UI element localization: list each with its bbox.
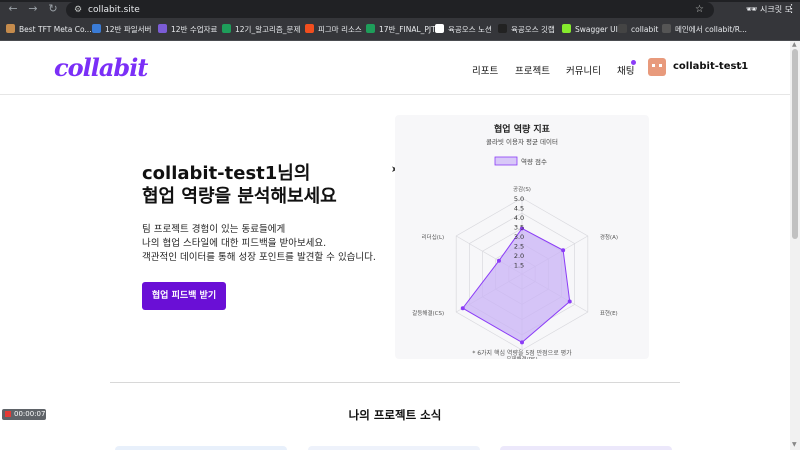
bookmark-label: Swagger UI xyxy=(575,25,618,34)
axis-label: 리더십(L) xyxy=(422,233,445,241)
legend-label: 역량 점수 xyxy=(521,157,547,166)
bookmark-favicon-icon xyxy=(222,24,231,33)
radar-chart: 협업 역량 지표 콜라빗 이용자 평균 데이터 역량 점수 * 6가지 핵심 역… xyxy=(412,123,618,363)
tick-label: 2.5 xyxy=(514,243,524,251)
hero-body-line3: 객관적인 데이터를 통해 성장 포인트를 발견할 수 있습니다. xyxy=(142,252,376,263)
bookmark-favicon-icon xyxy=(366,24,375,33)
bookmark-favicon-icon xyxy=(158,24,167,33)
bookmark-label: Best TFT Meta Co... xyxy=(19,25,92,34)
user-avatar[interactable] xyxy=(648,58,666,76)
chart-subtitle: 콜라빗 이용자 평균 데이터 xyxy=(486,137,558,146)
page-scrollbar[interactable]: ▲ ▼ xyxy=(790,41,800,450)
bookmark-favicon-icon xyxy=(6,24,15,33)
bookmark-item[interactable]: 육공오스 노션 xyxy=(435,24,492,36)
bookmark-label: 피그마 리소스 xyxy=(318,25,362,34)
hero-body-line2: 나의 협업 스타일에 대한 피드백을 받아보세요. xyxy=(142,238,327,249)
bookmark-item[interactable]: 12기_알고리즘_문제 xyxy=(222,24,300,36)
project-card[interactable] xyxy=(308,446,480,450)
forward-icon[interactable]: → xyxy=(26,2,40,16)
bookmark-favicon-icon xyxy=(498,24,507,33)
axis-label: 경청(A) xyxy=(600,234,618,241)
recording-time: 00:00:07 xyxy=(14,410,46,418)
collabit-logo[interactable]: collabit xyxy=(54,53,148,82)
bookmark-item[interactable]: Swagger UI xyxy=(562,24,618,36)
nav-community[interactable]: 커뮤니티 xyxy=(566,63,601,77)
recording-indicator: 00:00:07 xyxy=(2,409,46,420)
record-icon xyxy=(5,411,11,417)
bookmark-favicon-icon xyxy=(662,24,671,33)
data-point xyxy=(561,248,566,253)
bookmark-label: 17반_FINAL_PJT xyxy=(379,25,436,34)
chevron-down-icon[interactable]: ⌄ xyxy=(735,59,744,72)
bookmark-favicon-icon xyxy=(92,24,101,33)
bookmark-label: 12반 파일서버 xyxy=(105,25,152,34)
radar-chart-card: 협업 역량 지표 콜라빗 이용자 평균 데이터 역량 점수 * 6가지 핵심 역… xyxy=(395,115,649,363)
hero-title-line2: 협업 역량을 분석해보세요 xyxy=(142,186,337,207)
data-point xyxy=(496,258,501,263)
feedback-request-button[interactable]: 협업 피드백 받기 xyxy=(142,282,226,310)
section-divider xyxy=(110,382,680,383)
axis-label: 갈등해결(CS) xyxy=(412,309,444,317)
nav-chat[interactable]: 채팅 xyxy=(617,63,634,77)
data-point xyxy=(567,299,572,304)
bookmark-item[interactable]: 12반 수업자료 xyxy=(158,24,217,36)
browser-menu-icon[interactable]: ⋮ xyxy=(786,2,797,16)
bookmark-item[interactable]: 메인에서 collabit/R... xyxy=(662,24,747,36)
reload-icon[interactable]: ↻ xyxy=(46,2,60,16)
back-icon[interactable]: ← xyxy=(6,2,20,16)
tick-label: 3.0 xyxy=(514,233,524,241)
axis-label: 표현(E) xyxy=(600,309,618,317)
axis-label: 공감(S) xyxy=(513,186,531,193)
data-point xyxy=(520,340,524,345)
nav-project[interactable]: 프로젝트 xyxy=(515,63,550,77)
bookmark-label: 12기_알고리즘_문제 xyxy=(235,25,301,34)
chat-notification-dot xyxy=(631,60,636,65)
bookmark-label: 메인에서 collabit/R... xyxy=(675,25,747,34)
bookmark-item[interactable]: 17반_FINAL_PJT xyxy=(366,24,436,36)
bookmark-item[interactable]: collabit xyxy=(618,24,658,36)
address-bar[interactable]: ⚙ collabit.site ☆ xyxy=(66,2,714,18)
bookmark-item[interactable]: 12반 파일서버 xyxy=(92,24,151,36)
site-info-icon[interactable]: ⚙ xyxy=(74,5,84,15)
bookmark-label: 육공오스 노션 xyxy=(448,25,492,34)
tick-label: 3.5 xyxy=(514,224,524,232)
tick-label: 5.0 xyxy=(514,195,524,203)
scroll-down-icon[interactable]: ▼ xyxy=(792,441,797,448)
project-card[interactable] xyxy=(500,446,672,450)
site-header: collabit 리포트 프로젝트 커뮤니티 채팅 collabit-test1… xyxy=(0,41,790,95)
bookmark-label: 육공오스 깃랩 xyxy=(511,25,555,34)
tick-label: 1.5 xyxy=(514,262,524,270)
scroll-up-icon[interactable]: ▲ xyxy=(792,41,797,48)
tick-label: 2.0 xyxy=(514,252,524,260)
hero-description: 팀 프로젝트 경험이 있는 동료들에게 나의 협업 스타일에 대한 피드백을 받… xyxy=(142,223,376,265)
url-text[interactable]: collabit.site xyxy=(88,3,140,17)
bookmark-favicon-icon xyxy=(305,24,314,33)
bookmark-item[interactable]: 육공오스 깃랩 xyxy=(498,24,555,36)
bookmark-item[interactable]: 피그마 리소스 xyxy=(305,24,362,36)
bookmark-label: collabit xyxy=(631,25,659,34)
data-point xyxy=(460,306,465,311)
bookmark-favicon-icon xyxy=(562,24,571,33)
bookmark-label: 12반 수업자료 xyxy=(171,25,218,34)
project-card[interactable] xyxy=(115,446,287,450)
hero-title: collabit-test1님의 협업 역량을 분석해보세요 xyxy=(142,162,337,208)
bookmark-item[interactable]: Best TFT Meta Co... xyxy=(6,24,92,36)
incognito-icon: 🕶 xyxy=(746,5,758,15)
legend-swatch xyxy=(494,156,518,166)
bookmark-favicon-icon xyxy=(618,24,627,33)
hero-body-line1: 팀 프로젝트 경험이 있는 동료들에게 xyxy=(142,224,286,235)
tick-label: 4.5 xyxy=(514,205,524,213)
hero-title-line1: collabit-test1님의 xyxy=(142,163,311,184)
scroll-thumb[interactable] xyxy=(792,49,798,239)
nav-report[interactable]: 리포트 xyxy=(472,63,498,77)
project-news-title: 나의 프로젝트 소식 xyxy=(348,408,442,422)
chart-title: 협업 역량 지표 xyxy=(494,123,551,135)
bookmarks-bar: Best TFT Meta Co... 12반 파일서버 12반 수업자료 12기_알… xyxy=(0,20,800,41)
tick-label: 4.0 xyxy=(514,214,524,222)
bookmark-favicon-icon xyxy=(435,24,444,33)
bookmark-star-icon[interactable]: ☆ xyxy=(695,3,704,17)
